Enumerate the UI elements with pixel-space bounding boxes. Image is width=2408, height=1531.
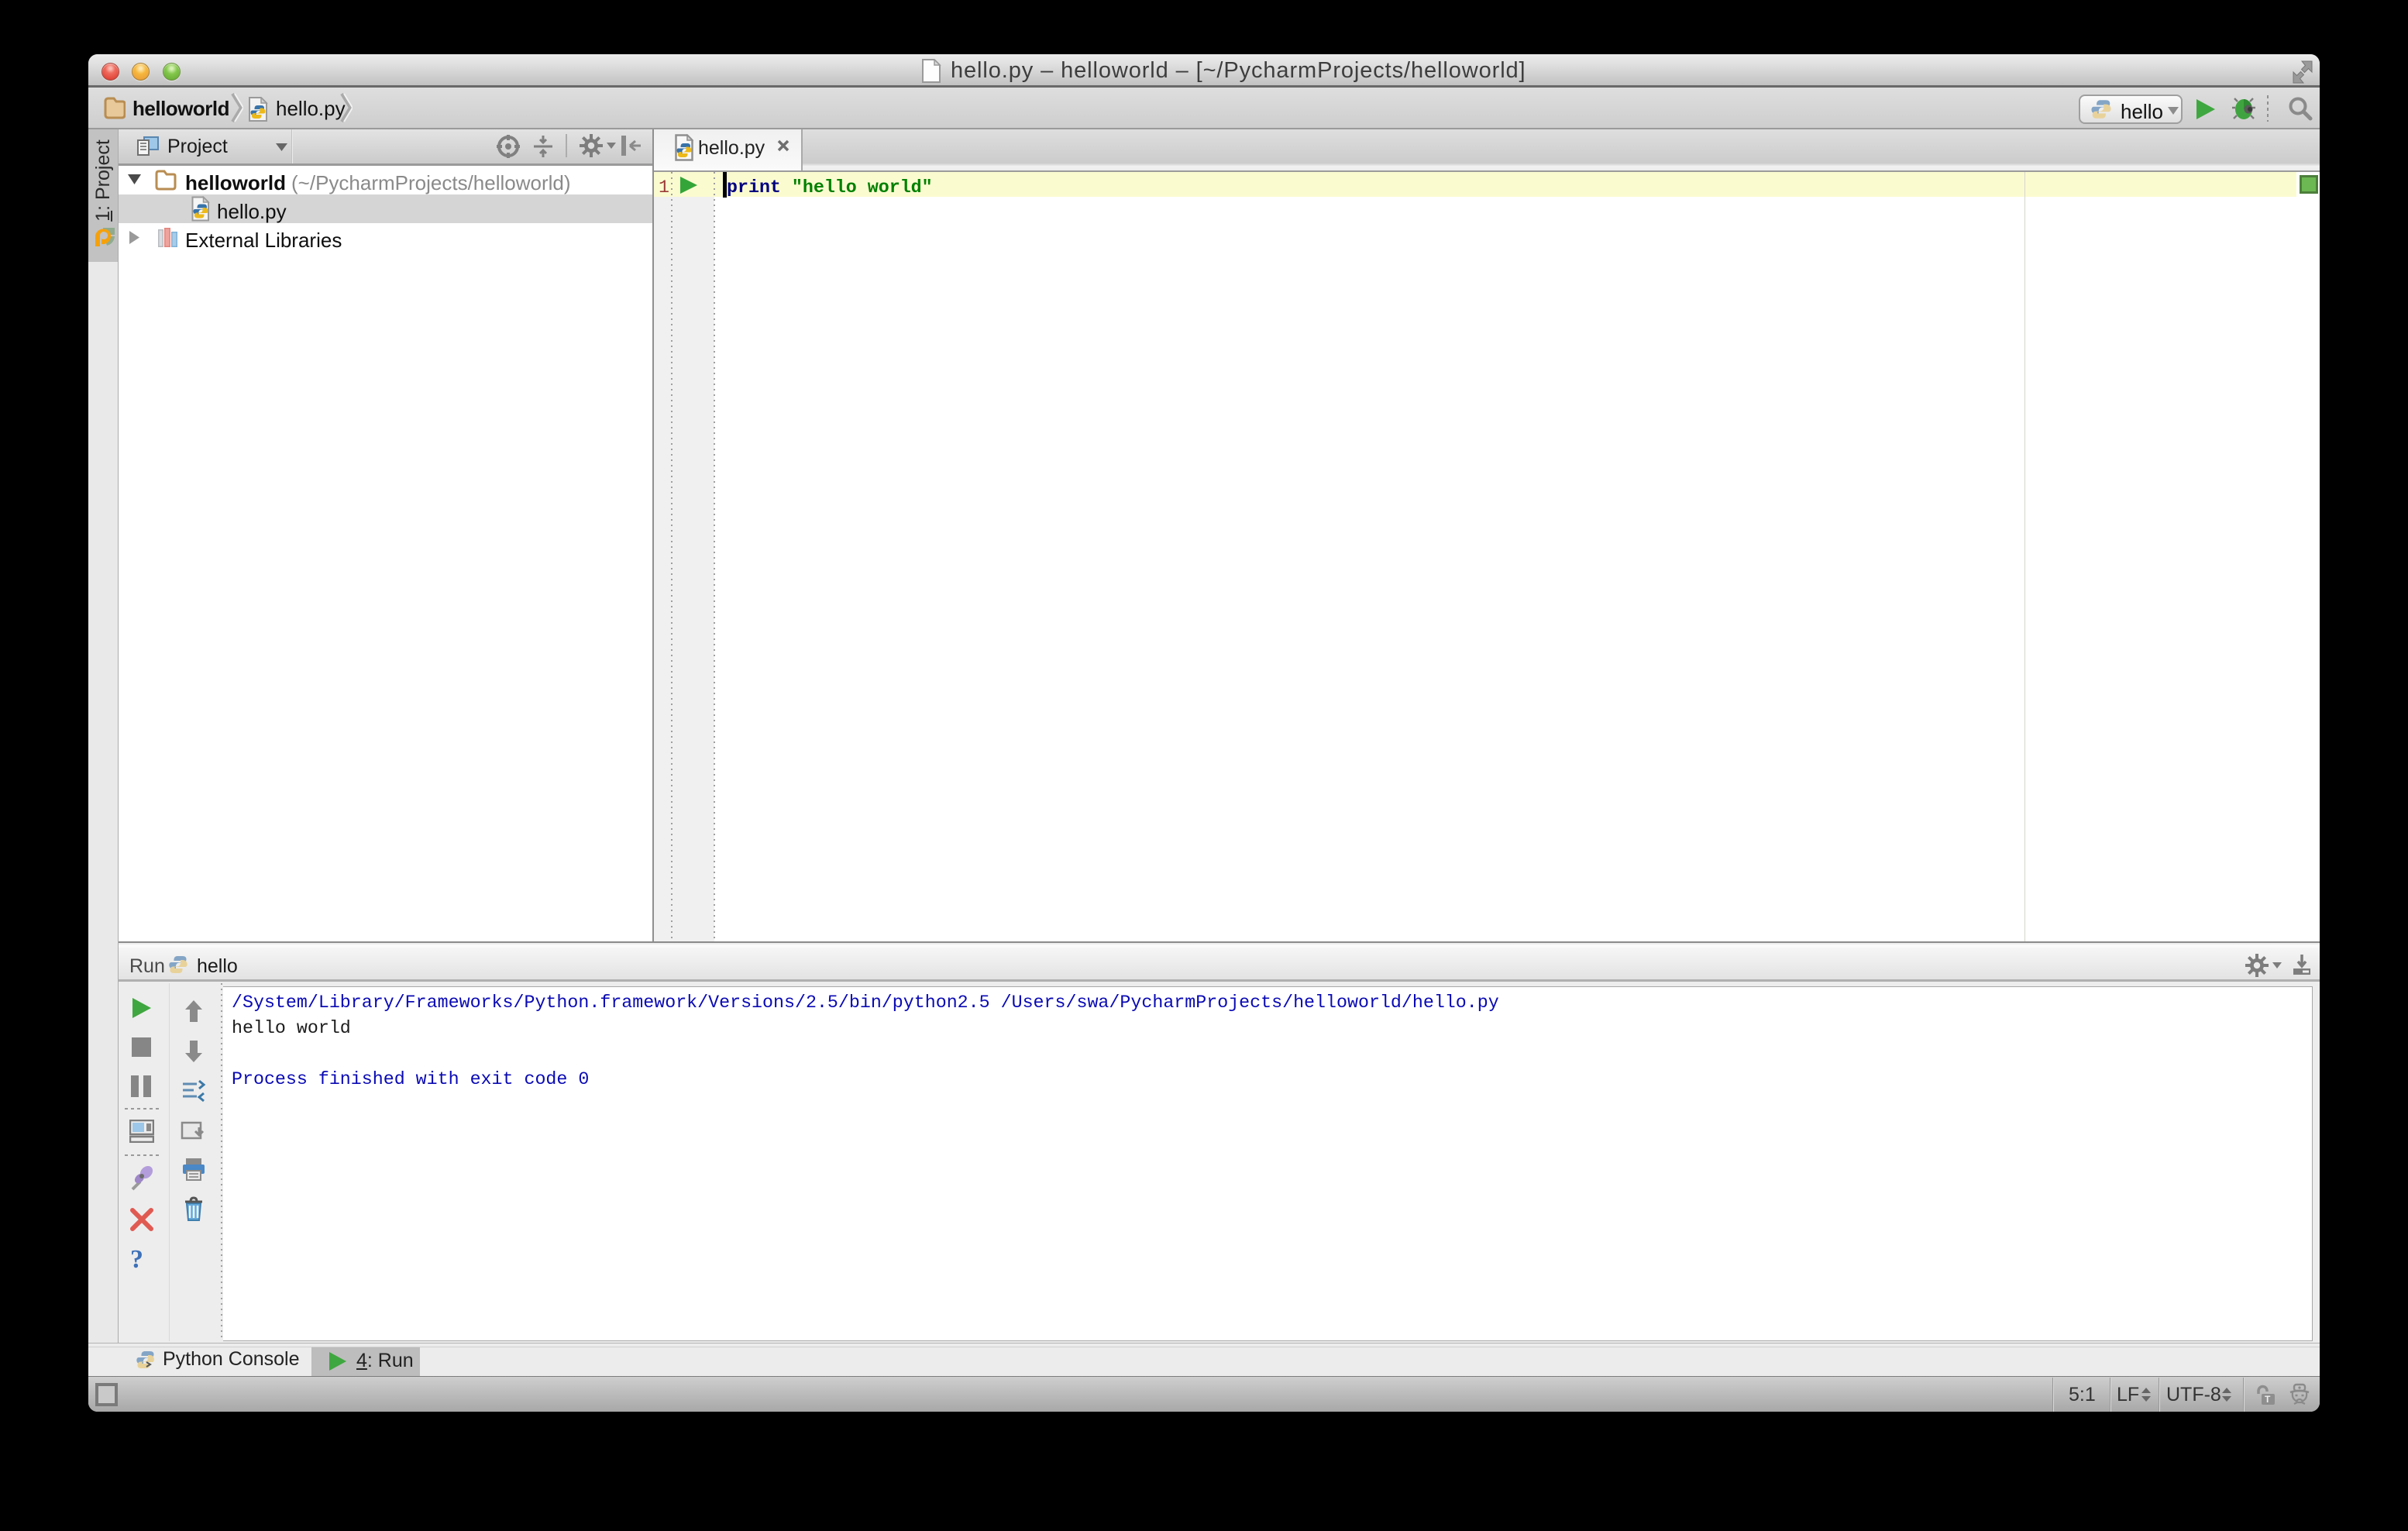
svg-text:T: T [2265, 1394, 2271, 1405]
